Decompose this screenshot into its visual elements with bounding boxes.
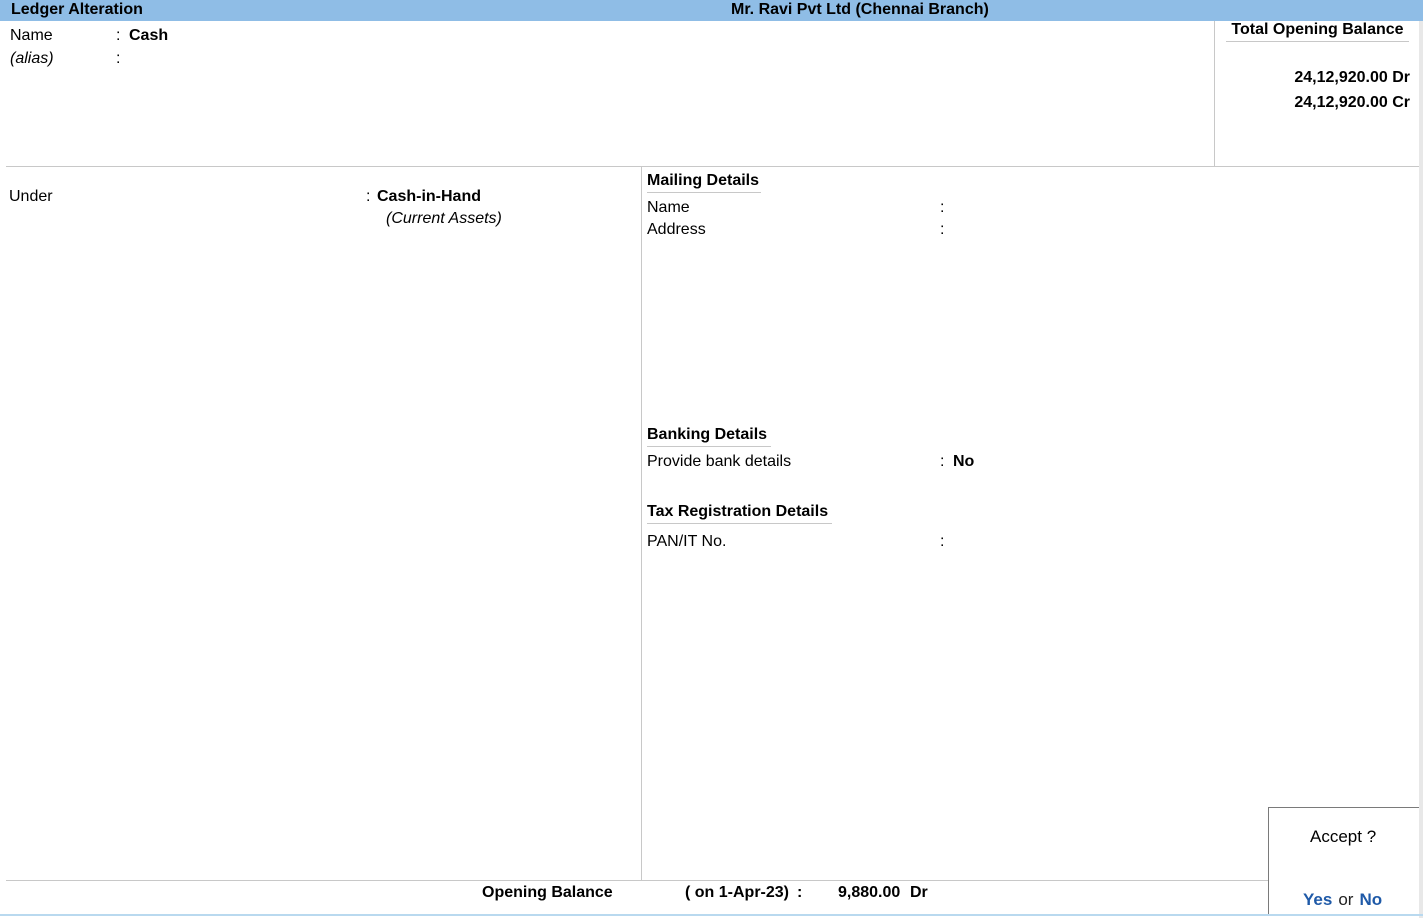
name-colon: : [116, 27, 121, 44]
provide-bank-field[interactable]: No [953, 453, 974, 471]
name-label: Name [10, 27, 53, 44]
tax-heading: Tax Registration Details [647, 503, 832, 524]
under-field[interactable]: Cash-in-Hand [377, 188, 481, 206]
right-edge-bar [1419, 21, 1423, 918]
alias-label: (alias) [10, 50, 54, 67]
opening-balance-drcr[interactable]: Dr [910, 884, 928, 902]
alias-field[interactable] [129, 50, 529, 70]
pan-field[interactable] [953, 533, 1353, 553]
mailing-address-colon: : [940, 221, 945, 238]
company-name: Mr. Ravi Pvt Ltd (Chennai Branch) [731, 1, 989, 18]
pan-label: PAN/IT No. [647, 533, 727, 550]
accept-options: Yes or No [1303, 890, 1382, 910]
alias-colon: : [116, 50, 121, 67]
ledger-alteration-screen: Ledger Alteration Mr. Ravi Pvt Ltd (Chen… [0, 0, 1423, 918]
banking-heading: Banking Details [647, 426, 771, 447]
opening-balance-label: Opening Balance [482, 884, 613, 901]
pan-colon: : [940, 533, 945, 550]
screen-title: Ledger Alteration [11, 1, 143, 18]
column-divider [641, 166, 642, 880]
accept-no-button[interactable]: No [1359, 890, 1382, 909]
provide-bank-colon: : [940, 453, 945, 470]
bottom-edge-line [0, 914, 1423, 916]
name-field[interactable]: Cash [129, 27, 168, 45]
under-colon: : [366, 188, 371, 205]
footer-divider [6, 880, 1268, 881]
total-panel-divider [1214, 21, 1215, 166]
opening-balance-colon: : [797, 884, 803, 901]
accept-or-text: or [1338, 890, 1354, 909]
opening-balance-amount[interactable]: 9,880.00 [838, 884, 900, 902]
total-opening-dr: 24,12,920.00 Dr [1294, 69, 1410, 86]
mailing-heading: Mailing Details [647, 172, 761, 193]
mailing-name-label: Name [647, 199, 690, 216]
header-divider [6, 166, 1419, 167]
accept-dialog: Accept ? Yes or No [1268, 807, 1420, 916]
opening-balance-date: ( on 1-Apr-23) [685, 884, 789, 901]
provide-bank-label: Provide bank details [647, 453, 792, 470]
mailing-name-colon: : [940, 199, 945, 216]
accept-yes-button[interactable]: Yes [1303, 890, 1332, 909]
under-parent-group: (Current Assets) [386, 210, 502, 227]
mailing-address-field[interactable] [953, 221, 1353, 241]
under-label: Under [9, 188, 53, 205]
accept-question: Accept ? [1310, 827, 1377, 846]
total-opening-title: Total Opening Balance [1226, 21, 1409, 42]
title-bar: Ledger Alteration Mr. Ravi Pvt Ltd (Chen… [0, 0, 1423, 21]
mailing-name-field[interactable] [953, 199, 1353, 219]
total-opening-cr: 24,12,920.00 Cr [1294, 94, 1410, 111]
mailing-address-label: Address [647, 221, 706, 238]
